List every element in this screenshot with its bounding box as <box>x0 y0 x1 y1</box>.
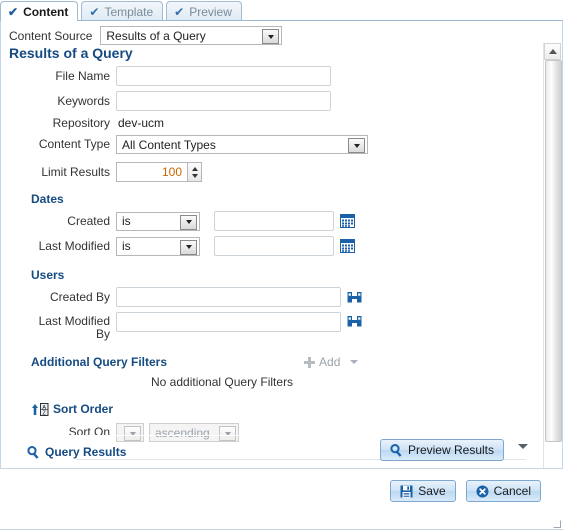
content-source-label: Content Source <box>9 28 93 43</box>
limit-results-spinner-buttons[interactable] <box>188 162 202 182</box>
limit-results-input[interactable] <box>116 162 188 182</box>
footer-button-group: Save Cancel <box>390 480 541 502</box>
last-modified-operator-value: is <box>122 239 131 253</box>
content-source-row: Content Source Results of a Query <box>9 26 283 45</box>
field-last-modified-by: Last Modified By <box>1 312 536 341</box>
checkmark-icon: ✔ <box>174 4 185 19</box>
form-body: Results of a Query File Name Keywords Re… <box>1 45 536 442</box>
repository-label: Repository <box>52 115 110 130</box>
last-modified-by-label-line1: Last Modified <box>38 314 110 328</box>
last-modified-operator-select[interactable]: is <box>116 236 200 256</box>
tab-bar: ✔ Content ✔ Template ✔ Preview <box>0 0 563 21</box>
last-modified-label: Last Modified <box>38 238 110 253</box>
created-label: Created <box>67 213 110 228</box>
chevron-up-icon <box>548 49 557 54</box>
field-created-by: Created By <box>1 287 536 307</box>
chevron-down-icon[interactable] <box>348 138 365 153</box>
limit-results-stepper[interactable] <box>116 162 202 182</box>
created-by-input[interactable] <box>116 287 341 307</box>
tab-template[interactable]: ✔ Template <box>81 1 164 21</box>
content-type-label: Content Type <box>38 137 110 151</box>
file-name-label: File Name <box>55 68 110 83</box>
content-type-value: All Content Types <box>122 137 216 152</box>
magnifier-icon <box>390 443 402 457</box>
save-label: Save <box>418 484 446 498</box>
save-button[interactable]: Save <box>390 480 456 502</box>
chevron-down-icon[interactable] <box>180 239 197 255</box>
created-date-input[interactable] <box>214 211 334 231</box>
page-title: Results of a Query <box>9 45 133 61</box>
query-results-header: Query Results <box>27 445 126 459</box>
add-filter-button[interactable]: Add <box>304 355 359 369</box>
tab-content-label: Content <box>23 4 69 19</box>
tab-content[interactable]: ✔ Content <box>0 1 79 21</box>
calendar-icon[interactable] <box>340 239 355 253</box>
sort-order-heading: Sort Order <box>53 402 114 416</box>
content-panel: Content Source Results of a Query Result… <box>0 21 563 469</box>
created-by-label: Created By <box>49 289 110 304</box>
add-filter-label: Add <box>319 355 341 369</box>
content-type-select[interactable]: All Content Types <box>116 135 368 154</box>
sort-az-icon: A Z <box>32 402 49 416</box>
plus-icon <box>304 356 316 368</box>
binoculars-icon[interactable] <box>347 315 362 328</box>
chevron-down-icon[interactable] <box>262 29 280 44</box>
chevron-down-icon[interactable] <box>180 214 197 230</box>
spinner-down-icon[interactable] <box>191 173 198 178</box>
created-operator-value: is <box>122 214 131 228</box>
tab-template-label: Template <box>104 4 154 19</box>
created-operator-select[interactable]: is <box>116 211 200 231</box>
field-limit-results: Limit Results <box>1 162 536 182</box>
last-modified-by-label: Last Modified By <box>1 312 116 341</box>
sort-order-header: A Z Sort Order <box>1 402 536 416</box>
limit-results-label: Limit Results <box>41 164 110 179</box>
field-created-date: Created is <box>1 211 536 231</box>
repository-value: dev-ucm <box>118 116 165 130</box>
calendar-icon[interactable] <box>340 214 355 228</box>
cancel-x-icon <box>476 485 489 497</box>
resize-grip-icon[interactable] <box>553 520 561 528</box>
preview-results-button[interactable]: Preview Results <box>379 439 504 461</box>
magnifier-icon <box>27 445 39 459</box>
spinner-up-icon[interactable] <box>191 166 198 171</box>
content-source-value: Results of a Query <box>106 28 206 43</box>
query-filters-heading: Additional Query Filters <box>31 355 168 369</box>
cancel-button[interactable]: Cancel <box>465 480 541 502</box>
last-modified-by-input[interactable] <box>116 312 341 332</box>
file-name-input[interactable] <box>116 66 331 86</box>
last-modified-date-input[interactable] <box>214 236 334 256</box>
scrollbar-up-button[interactable] <box>544 43 561 60</box>
scrollbar-thumb[interactable] <box>545 60 562 442</box>
keywords-label: Keywords <box>57 93 110 108</box>
tab-preview-label: Preview <box>189 4 232 19</box>
field-last-modified-date: Last Modified is <box>1 236 536 256</box>
field-repository: Repository dev-ucm <box>1 116 536 130</box>
checkmark-icon: ✔ <box>89 4 100 19</box>
footer-divider <box>0 529 563 530</box>
field-file-name: File Name <box>1 66 536 86</box>
users-section-heading: Users <box>31 268 65 282</box>
content-source-select[interactable]: Results of a Query <box>100 26 283 45</box>
field-keywords: Keywords <box>1 91 536 111</box>
chevron-down-icon[interactable] <box>350 360 359 364</box>
dates-section-heading: Dates <box>31 192 64 206</box>
checkmark-icon: ✔ <box>8 4 19 19</box>
query-builder-dialog: ✔ Content ✔ Template ✔ Preview Content S… <box>0 0 563 531</box>
panel-scrollbar[interactable] <box>543 43 562 468</box>
query-filters-header: Additional Query Filters Add <box>1 355 536 369</box>
keywords-input[interactable] <box>116 91 331 111</box>
query-results-band: Query Results Preview Results <box>1 435 536 468</box>
scroll-down-icon[interactable] <box>518 444 528 449</box>
query-results-heading: Query Results <box>45 445 127 459</box>
binoculars-icon[interactable] <box>347 291 362 304</box>
cancel-label: Cancel <box>493 484 531 498</box>
last-modified-by-label-line2: By <box>95 327 110 341</box>
tab-preview[interactable]: ✔ Preview <box>166 1 242 21</box>
field-content-type: Content Type All Content Types <box>1 135 536 154</box>
query-filters-empty-message: No additional Query Filters <box>151 375 294 389</box>
preview-results-label: Preview Results <box>407 443 494 457</box>
save-disk-icon <box>400 485 413 497</box>
dialog-footer: Save Cancel <box>0 469 563 531</box>
